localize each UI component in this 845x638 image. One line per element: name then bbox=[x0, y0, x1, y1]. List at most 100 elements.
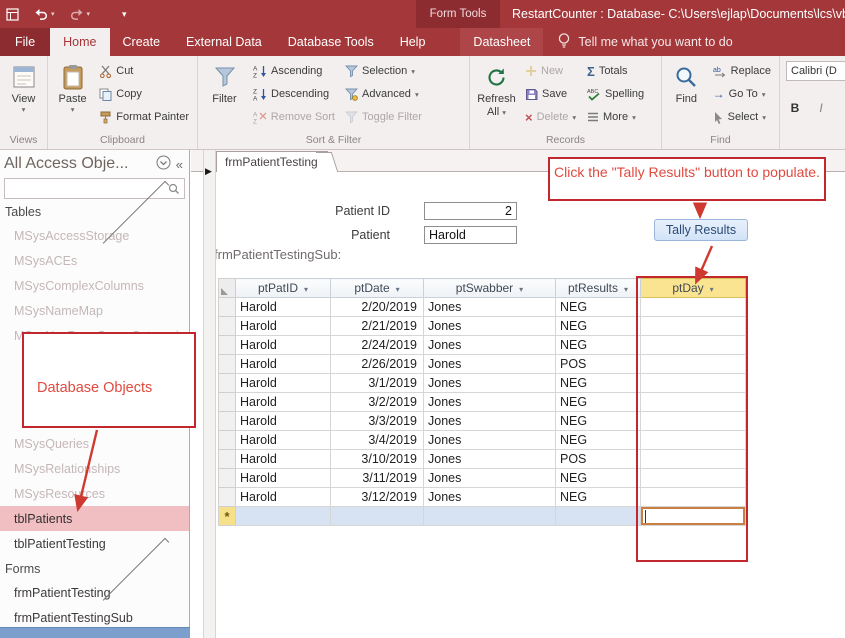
tell-me-box[interactable]: Tell me what you want to do bbox=[557, 28, 733, 56]
datasheet-cell[interactable] bbox=[330, 506, 424, 526]
datasheet-cell[interactable]: Harold bbox=[235, 449, 331, 469]
datasheet-cell[interactable]: Jones bbox=[423, 316, 556, 336]
datasheet-cell[interactable]: Jones bbox=[423, 297, 556, 317]
tab-datasheet[interactable]: Datasheet bbox=[460, 28, 543, 56]
nav-menu-icon[interactable] bbox=[156, 155, 171, 173]
datasheet-cell[interactable]: NEG bbox=[555, 411, 641, 431]
datasheet-cell[interactable]: Harold bbox=[235, 316, 331, 336]
datasheet-cell[interactable] bbox=[640, 430, 746, 450]
spelling-button[interactable]: ABC Spelling bbox=[584, 84, 647, 104]
datasheet-cell[interactable]: Harold bbox=[235, 335, 331, 355]
datasheet-cell[interactable] bbox=[640, 392, 746, 412]
new-record-selector[interactable]: * bbox=[218, 506, 236, 526]
datasheet-cell[interactable]: NEG bbox=[555, 335, 641, 355]
datasheet-cell[interactable] bbox=[640, 316, 746, 336]
nav-item-table[interactable]: MSysQueries bbox=[0, 431, 189, 456]
datasheet-cell[interactable]: Jones bbox=[423, 487, 556, 507]
patient-id-field[interactable]: 2 bbox=[424, 202, 517, 220]
datasheet-cell[interactable]: 3/1/2019 bbox=[330, 373, 424, 393]
datasheet-cell[interactable]: Jones bbox=[423, 449, 556, 469]
datasheet-cell[interactable]: 2/24/2019 bbox=[330, 335, 424, 355]
datasheet-cell[interactable]: Harold bbox=[235, 468, 331, 488]
datasheet-cell[interactable]: Jones bbox=[423, 411, 556, 431]
filter-button[interactable]: Filter bbox=[201, 59, 248, 133]
datasheet-cell[interactable]: Harold bbox=[235, 297, 331, 317]
datasheet-cell[interactable]: Harold bbox=[235, 392, 331, 412]
row-selector[interactable] bbox=[218, 411, 236, 431]
refresh-all-button[interactable]: Refresh All ▾ bbox=[473, 59, 520, 133]
datasheet-cell[interactable]: NEG bbox=[555, 430, 641, 450]
datasheet-cell[interactable] bbox=[640, 335, 746, 355]
select-all-corner[interactable] bbox=[218, 278, 236, 298]
column-dropdown-icon[interactable]: ▾ bbox=[624, 285, 628, 294]
datasheet-cell[interactable]: Jones bbox=[423, 373, 556, 393]
ascending-button[interactable]: AZ Ascending bbox=[250, 61, 338, 81]
datasheet-cell[interactable]: Harold bbox=[235, 487, 331, 507]
nav-item-table[interactable]: MSysComplexColumns bbox=[0, 273, 189, 298]
datasheet-cell[interactable] bbox=[235, 506, 331, 526]
row-selector[interactable] bbox=[218, 316, 236, 336]
datasheet-cell[interactable]: NEG bbox=[555, 468, 641, 488]
italic-button[interactable]: I bbox=[812, 99, 830, 117]
column-dropdown-icon[interactable]: ▾ bbox=[519, 285, 523, 294]
datasheet-cell[interactable] bbox=[640, 354, 746, 374]
datasheet-cell[interactable]: Jones bbox=[423, 392, 556, 412]
save-button[interactable]: Save bbox=[522, 84, 580, 104]
datasheet-cell[interactable]: 3/12/2019 bbox=[330, 487, 424, 507]
totals-button[interactable]: Σ Totals bbox=[584, 61, 647, 81]
tab-external-data[interactable]: External Data bbox=[173, 28, 275, 56]
column-header-ptSwabber[interactable]: ptSwabber ▾ bbox=[423, 278, 556, 298]
tab-database-tools[interactable]: Database Tools bbox=[275, 28, 387, 56]
nav-item-table[interactable]: MSysAccessStorage bbox=[0, 223, 189, 248]
advanced-button[interactable]: Advanced ▾ bbox=[342, 84, 425, 104]
nav-item-table[interactable]: MSysRelationships bbox=[0, 456, 189, 481]
replace-button[interactable]: ab Replace bbox=[710, 61, 774, 81]
tab-file[interactable]: File bbox=[0, 28, 51, 56]
copy-button[interactable]: Copy bbox=[96, 84, 192, 104]
new-record-button[interactable]: New bbox=[522, 61, 580, 81]
paste-button[interactable]: Paste ▾ bbox=[51, 59, 94, 133]
nav-group-forms[interactable]: Forms bbox=[0, 537, 189, 604]
datasheet-cell[interactable] bbox=[423, 506, 556, 526]
nav-item-table[interactable]: MSysNameMap bbox=[0, 298, 189, 323]
datasheet-cell[interactable]: 3/10/2019 bbox=[330, 449, 424, 469]
nav-item-table[interactable]: MSysResources bbox=[0, 481, 189, 506]
nav-search-input[interactable] bbox=[5, 179, 168, 198]
toggle-filter-button[interactable]: Toggle Filter bbox=[342, 107, 425, 127]
datasheet-cell[interactable]: Jones bbox=[423, 335, 556, 355]
datasheet-cell[interactable]: NEG bbox=[555, 392, 641, 412]
datasheet-cell[interactable]: NEG bbox=[555, 373, 641, 393]
datasheet-cell[interactable]: NEG bbox=[555, 297, 641, 317]
row-selector[interactable] bbox=[218, 335, 236, 355]
row-selector[interactable] bbox=[218, 354, 236, 374]
column-header-ptPatID[interactable]: ptPatID ▾ bbox=[235, 278, 331, 298]
nav-group-tables[interactable]: Tables bbox=[0, 180, 189, 247]
row-selector[interactable] bbox=[218, 468, 236, 488]
column-dropdown-icon[interactable]: ▾ bbox=[396, 285, 400, 294]
find-button[interactable]: Find bbox=[665, 59, 708, 133]
select-button[interactable]: Select ▾ bbox=[710, 107, 774, 127]
column-dropdown-icon[interactable]: ▾ bbox=[304, 285, 308, 294]
datasheet-cell[interactable]: 2/20/2019 bbox=[330, 297, 424, 317]
datasheet-cell[interactable]: Harold bbox=[235, 411, 331, 431]
tab-create[interactable]: Create bbox=[110, 28, 174, 56]
datasheet-cell[interactable]: NEG bbox=[555, 316, 641, 336]
column-header-ptDate[interactable]: ptDate ▾ bbox=[330, 278, 424, 298]
datasheet-cell[interactable]: Harold bbox=[235, 373, 331, 393]
format-painter-button[interactable]: Format Painter bbox=[96, 107, 192, 127]
datasheet-cell[interactable]: 3/2/2019 bbox=[330, 392, 424, 412]
bold-button[interactable]: B bbox=[786, 99, 804, 117]
tally-results-button[interactable]: Tally Results bbox=[654, 219, 748, 241]
datasheet-cell[interactable]: 3/4/2019 bbox=[330, 430, 424, 450]
active-cell[interactable] bbox=[640, 506, 746, 526]
row-selector[interactable] bbox=[218, 430, 236, 450]
datasheet-cell[interactable]: POS bbox=[555, 354, 641, 374]
tab-home[interactable]: Home bbox=[50, 28, 110, 56]
more-button[interactable]: More ▾ bbox=[584, 107, 647, 127]
row-selector[interactable] bbox=[218, 449, 236, 469]
datasheet-cell[interactable]: POS bbox=[555, 449, 641, 469]
tab-help[interactable]: Help bbox=[387, 28, 439, 56]
column-dropdown-icon[interactable]: ▾ bbox=[710, 285, 714, 294]
font-name-combo[interactable]: Calibri (D bbox=[786, 61, 845, 81]
datasheet-cell[interactable]: Harold bbox=[235, 430, 331, 450]
